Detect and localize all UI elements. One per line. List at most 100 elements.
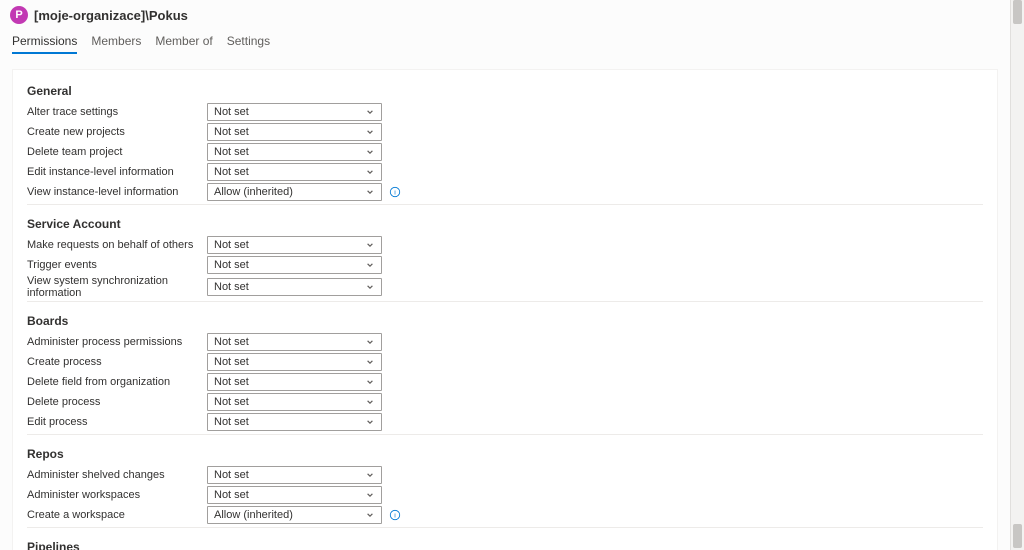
permission-row: Edit process Not set: [27, 412, 983, 432]
svg-text:i: i: [394, 190, 396, 197]
group-repos: ReposAdminister shelved changesNot setAd…: [13, 441, 997, 534]
permission-label: View instance-level information: [27, 186, 207, 198]
permission-row: Administer process permissions Not set: [27, 332, 983, 352]
tab-permissions[interactable]: Permissions: [12, 30, 77, 54]
group-general: GeneralAlter trace settingsNot setCreate…: [13, 78, 997, 211]
permission-select[interactable]: Not set: [207, 466, 382, 484]
permission-select[interactable]: Not set: [207, 353, 382, 371]
group-pipelines: PipelinesAdminister build resource permi…: [13, 534, 997, 550]
tab-member-of[interactable]: Member of: [155, 30, 212, 54]
info-icon[interactable]: i: [388, 185, 402, 199]
group-rows: Administer process permissionsNot setCre…: [27, 332, 983, 435]
chevron-down-icon: [365, 240, 375, 250]
page-title: [moje-organizace]\Pokus: [34, 8, 188, 23]
permission-label: Administer process permissions: [27, 336, 207, 348]
chevron-down-icon: [365, 397, 375, 407]
chevron-down-icon: [365, 282, 375, 292]
permission-select[interactable]: Not set: [207, 163, 382, 181]
permission-select-value: Not set: [214, 336, 249, 348]
group-rows: Alter trace settingsNot setCreate new pr…: [27, 102, 983, 205]
group-header: Boards: [13, 310, 997, 332]
permission-row: Create a workspace Allow (inherited) i: [27, 505, 983, 525]
chevron-down-icon: [365, 147, 375, 157]
permission-label: Administer workspaces: [27, 489, 207, 501]
permission-label: View system synchronization information: [27, 275, 207, 299]
chevron-down-icon: [365, 357, 375, 367]
group-boards: BoardsAdminister process permissionsNot …: [13, 308, 997, 441]
avatar: P: [10, 6, 28, 24]
permission-label: Delete process: [27, 396, 207, 408]
chevron-down-icon: [365, 510, 375, 520]
permission-row: Trigger events Not set: [27, 255, 983, 275]
chevron-down-icon: [365, 337, 375, 347]
permission-select-value: Not set: [214, 416, 249, 428]
permission-select-value: Not set: [214, 396, 249, 408]
permission-label: Trigger events: [27, 259, 207, 271]
group-header: Service Account: [13, 213, 997, 235]
page-header: P [moje-organizace]\Pokus: [0, 0, 1010, 26]
permission-row: Delete process Not set: [27, 392, 983, 412]
permission-label: Create a workspace: [27, 509, 207, 521]
permission-select-value: Not set: [214, 469, 249, 481]
chevron-down-icon: [365, 490, 375, 500]
group-header: General: [13, 80, 997, 102]
permission-select-value: Not set: [214, 146, 249, 158]
group-rows: Administer shelved changesNot setAdminis…: [27, 465, 983, 528]
permission-select-value: Not set: [214, 376, 249, 388]
permission-select[interactable]: Not set: [207, 103, 382, 121]
permission-row: Administer shelved changes Not set: [27, 465, 983, 485]
permission-select[interactable]: Not set: [207, 486, 382, 504]
chevron-down-icon: [365, 127, 375, 137]
permission-select[interactable]: Not set: [207, 256, 382, 274]
permission-select[interactable]: Not set: [207, 278, 382, 296]
permission-label: Administer shelved changes: [27, 469, 207, 481]
permission-label: Edit process: [27, 416, 207, 428]
permission-row: Make requests on behalf of others Not set: [27, 235, 983, 255]
permission-select[interactable]: Not set: [207, 143, 382, 161]
permission-select-value: Not set: [214, 239, 249, 251]
avatar-letter: P: [15, 9, 22, 21]
permission-row: View system synchronization informationN…: [27, 275, 983, 299]
tab-settings[interactable]: Settings: [227, 30, 270, 54]
permission-row: Create new projects Not set: [27, 122, 983, 142]
svg-text:i: i: [394, 513, 396, 520]
group-service-account: Service AccountMake requests on behalf o…: [13, 211, 997, 308]
permission-label: Make requests on behalf of others: [27, 239, 207, 251]
chevron-down-icon: [365, 187, 375, 197]
permission-label: Create new projects: [27, 126, 207, 138]
permission-select[interactable]: Not set: [207, 373, 382, 391]
permission-select[interactable]: Not set: [207, 393, 382, 411]
permission-select-value: Not set: [214, 126, 249, 138]
permission-row: Edit instance-level information Not set: [27, 162, 983, 182]
scrollbar-thumb[interactable]: [1013, 0, 1022, 24]
tabs: Permissions Members Member of Settings: [0, 26, 1010, 55]
chevron-down-icon: [365, 417, 375, 427]
tab-members[interactable]: Members: [91, 30, 141, 54]
permission-select[interactable]: Not set: [207, 333, 382, 351]
permission-select[interactable]: Not set: [207, 413, 382, 431]
permission-select[interactable]: Not set: [207, 123, 382, 141]
permission-select-value: Allow (inherited): [214, 509, 293, 521]
permission-row: Administer workspaces Not set: [27, 485, 983, 505]
scrollbar-thumb[interactable]: [1013, 524, 1022, 548]
permission-select-value: Not set: [214, 259, 249, 271]
permission-select-value: Not set: [214, 489, 249, 501]
group-header: Repos: [13, 443, 997, 465]
permission-label: Edit instance-level information: [27, 166, 207, 178]
chevron-down-icon: [365, 167, 375, 177]
chevron-down-icon: [365, 470, 375, 480]
scrollbar-track[interactable]: [1010, 0, 1024, 550]
permission-select[interactable]: Not set: [207, 236, 382, 254]
permission-label: Create process: [27, 356, 207, 368]
chevron-down-icon: [365, 260, 375, 270]
permission-label: Delete team project: [27, 146, 207, 158]
permission-select-value: Not set: [214, 166, 249, 178]
permission-select-value: Not set: [214, 106, 249, 118]
group-rows: Make requests on behalf of others Not set…: [27, 235, 983, 302]
permission-select-value: Allow (inherited): [214, 186, 293, 198]
permission-select[interactable]: Allow (inherited): [207, 506, 382, 524]
permission-select[interactable]: Allow (inherited): [207, 183, 382, 201]
permission-row: Alter trace settings Not set: [27, 102, 983, 122]
permission-label: Alter trace settings: [27, 106, 207, 118]
info-icon[interactable]: i: [388, 508, 402, 522]
